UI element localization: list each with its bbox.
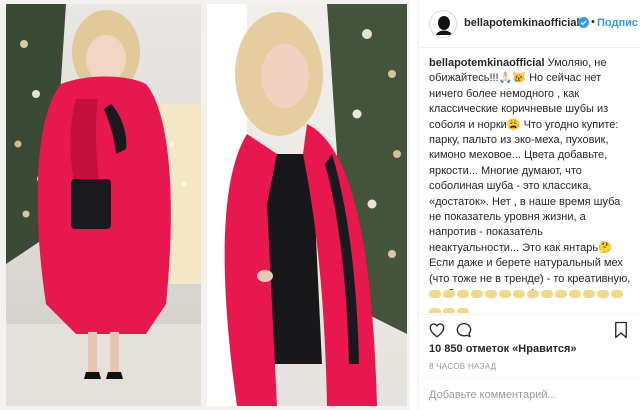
clapping-hands-emoji-icon: [443, 308, 455, 313]
add-comment-bar: [419, 378, 640, 410]
follow-button[interactable]: Подпис: [597, 17, 638, 29]
clapping-hands-emoji-icon: [471, 290, 483, 298]
separator-dot: •: [591, 16, 595, 28]
profile-avatar[interactable]: [429, 10, 457, 38]
clapping-hands-emoji-icon: [611, 290, 623, 298]
comment-bubble-icon[interactable]: [455, 321, 473, 339]
clapping-hands-emoji-icon: [485, 290, 497, 298]
post-actions-bar: [419, 314, 640, 344]
photo-left-full-length: [6, 4, 201, 406]
clapping-hands-emoji-icon: [583, 290, 595, 298]
post-header: bellapotemkinaofficial • Подпис: [419, 0, 640, 48]
post-media: [0, 0, 410, 410]
comment-input[interactable]: [429, 386, 629, 404]
clapping-hands-emoji-icon: [527, 290, 539, 298]
clapping-hands-emoji-icon: [541, 290, 553, 298]
caption-author-link[interactable]: bellapotemkinaofficial: [429, 57, 545, 69]
photo-left-illustration: [6, 4, 201, 406]
likes-count[interactable]: 10 850 отметок «Нравится»: [429, 343, 577, 355]
clapping-emoji-row: [429, 287, 629, 313]
post-timestamp[interactable]: 8 часов назад: [429, 362, 496, 371]
clapping-hands-emoji-icon: [457, 290, 469, 298]
clapping-hands-emoji-icon: [569, 290, 581, 298]
clapping-hands-emoji-icon: [429, 290, 441, 298]
clapping-hands-emoji-icon: [597, 290, 609, 298]
avatar-logo-icon: [430, 11, 456, 37]
clapping-hands-emoji-icon: [499, 290, 511, 298]
clapping-hands-emoji-icon: [429, 308, 441, 313]
username-link[interactable]: bellapotemkinaofficial: [464, 17, 580, 29]
heart-icon[interactable]: [428, 321, 446, 339]
post-details-panel: bellapotemkinaofficial • Подпис bellapot…: [418, 0, 640, 410]
clapping-hands-emoji-icon: [513, 290, 525, 298]
caption-text: Умоляю, не обижайтесь!!!🙏🏻😿 Но сейчас не…: [429, 57, 631, 290]
photo-right-portrait: [207, 4, 407, 406]
post-caption: bellapotemkinaofficial Умоляю, не обижай…: [429, 56, 634, 290]
bookmark-icon[interactable]: [613, 321, 629, 339]
clapping-hands-emoji-icon: [555, 290, 567, 298]
verified-badge-icon: [578, 17, 589, 28]
clapping-hands-emoji-icon: [443, 290, 455, 298]
photo-right-illustration: [207, 4, 407, 406]
clapping-hands-emoji-icon: [457, 308, 469, 313]
